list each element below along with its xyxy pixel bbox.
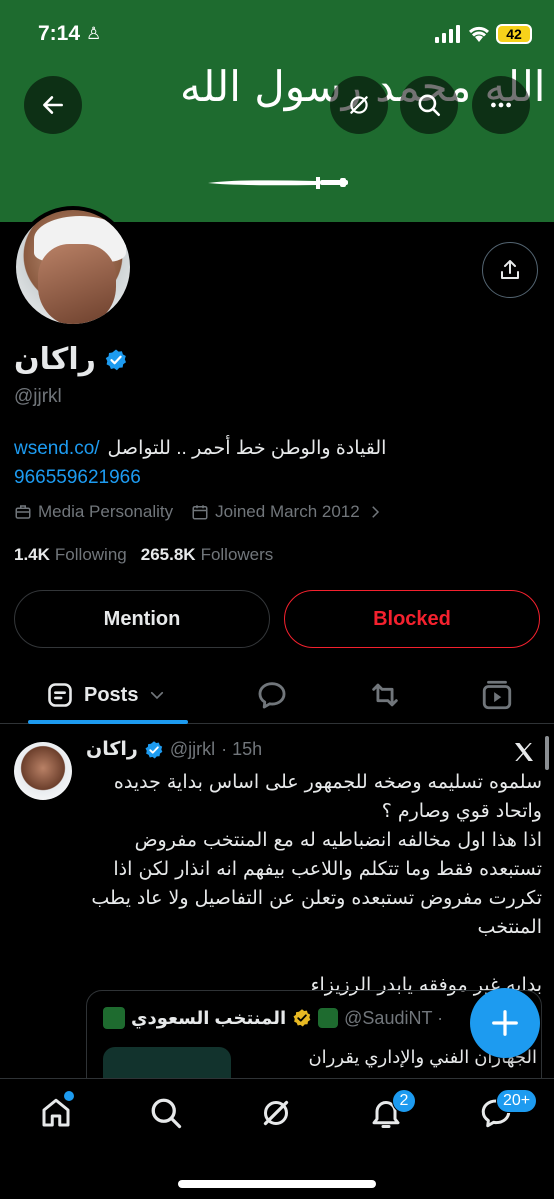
sword-icon bbox=[208, 177, 348, 189]
status-time: 7:14 bbox=[38, 22, 81, 45]
tab-posts[interactable]: Posts bbox=[28, 666, 188, 724]
signal-icon bbox=[435, 25, 460, 43]
tab-active-indicator bbox=[28, 720, 188, 724]
quoted-media-thumbnail[interactable] bbox=[103, 1047, 231, 1078]
tab-replies[interactable] bbox=[255, 678, 289, 712]
tab-reposts[interactable] bbox=[368, 678, 402, 712]
quoted-avatar bbox=[103, 1007, 125, 1029]
nav-search[interactable] bbox=[148, 1095, 188, 1135]
person-icon: ♙ bbox=[86, 24, 102, 43]
avatar-face bbox=[38, 244, 116, 324]
battery-indicator: 42 bbox=[496, 24, 532, 44]
nav-messages[interactable]: 20+ bbox=[478, 1089, 538, 1135]
profile-handle: @jjrkl bbox=[14, 386, 62, 407]
bio-text: القيادة والوطن خط أحمر .. للتواصل bbox=[107, 438, 387, 459]
followers-label: Followers bbox=[200, 545, 274, 564]
home-unread-dot bbox=[64, 1091, 74, 1101]
profile-avatar[interactable] bbox=[12, 206, 134, 328]
bio-phone-link[interactable]: 966559621966 bbox=[14, 463, 534, 492]
nav-notifications[interactable]: 2 bbox=[368, 1089, 416, 1135]
profile-category: Media Personality bbox=[14, 502, 173, 522]
profile-joined[interactable]: Joined March 2012 bbox=[191, 502, 384, 522]
tab-media[interactable] bbox=[480, 678, 514, 712]
messages-badge: 20+ bbox=[496, 1089, 538, 1113]
following-count: 1.4K bbox=[14, 545, 50, 564]
x-logo-icon[interactable] bbox=[512, 740, 536, 764]
notifications-badge: 2 bbox=[392, 1089, 416, 1113]
wifi-icon bbox=[468, 26, 490, 42]
tweet-line: واتحاد قوي وصارم ؟ bbox=[381, 800, 542, 822]
tweet-author-name[interactable]: راكان bbox=[86, 738, 138, 761]
home-indicator bbox=[178, 1180, 376, 1188]
media-icon bbox=[482, 680, 512, 710]
followers-link[interactable]: 265.8K Followers bbox=[141, 545, 274, 565]
tweet-avatar[interactable] bbox=[14, 742, 72, 800]
follow-counts: 1.4K Following 265.8K Followers bbox=[14, 545, 273, 565]
search-button[interactable] bbox=[400, 76, 458, 134]
tweet-line: اذا هذا اول مخالفه انضباطيه له مع المنتخ… bbox=[134, 829, 542, 851]
nav-home[interactable] bbox=[38, 1091, 78, 1135]
repost-icon bbox=[372, 683, 398, 707]
nav-grok[interactable] bbox=[258, 1095, 298, 1135]
calendar-icon bbox=[192, 505, 208, 520]
profile-bio: wsend.co/ القيادة والوطن خط أحمر .. للتو… bbox=[14, 434, 534, 492]
tweet-line: المنتخب bbox=[477, 916, 542, 938]
mention-button[interactable]: Mention bbox=[14, 590, 270, 648]
share-icon bbox=[501, 260, 519, 279]
joined-label: Joined March 2012 bbox=[215, 502, 360, 521]
category-label: Media Personality bbox=[38, 502, 174, 521]
followers-count: 265.8K bbox=[140, 545, 196, 564]
back-button[interactable] bbox=[24, 76, 82, 134]
tweet-text: سلموه تسليمه وصخه للجمهور على اساس بداية… bbox=[86, 768, 542, 1000]
briefcase-icon bbox=[15, 505, 31, 519]
search-icon bbox=[151, 1098, 182, 1129]
plus-icon bbox=[492, 1010, 518, 1036]
following-label: Following bbox=[54, 545, 127, 564]
blocked-button[interactable]: Blocked bbox=[284, 590, 540, 648]
chevron-right-icon bbox=[371, 506, 379, 518]
reply-bubble-icon bbox=[258, 682, 286, 709]
quoted-author-handle: @SaudiNT · bbox=[344, 1007, 444, 1028]
tweet-line: سلموه تسليمه وصخه للجمهور على اساس بداية… bbox=[113, 771, 542, 793]
chevron-down-icon bbox=[151, 691, 164, 700]
tweet-line: تكررت مفروض تستبعده وتعلن عن التفاصيل ول… bbox=[91, 887, 542, 909]
posts-icon bbox=[48, 683, 72, 707]
tweet-timestamp: · 15h bbox=[221, 739, 263, 759]
share-button[interactable] bbox=[482, 242, 538, 298]
following-link[interactable]: 1.4K Following bbox=[14, 545, 127, 565]
bio-link[interactable]: wsend.co/ bbox=[14, 434, 100, 463]
search-icon bbox=[418, 94, 441, 117]
profile-name-row: راكان bbox=[14, 342, 128, 377]
tweet-author-handle: @jjrkl bbox=[169, 739, 216, 759]
affiliate-badge-icon bbox=[318, 1008, 339, 1028]
more-button[interactable] bbox=[472, 76, 530, 134]
grok-icon bbox=[263, 1100, 289, 1126]
grok-button[interactable] bbox=[330, 76, 388, 134]
scrollbar[interactable] bbox=[545, 736, 549, 770]
more-icon bbox=[491, 102, 511, 108]
status-bar: 7:14 ♙ 42 bbox=[0, 0, 554, 66]
gold-verified-icon bbox=[293, 1009, 311, 1027]
profile-display-name: راكان bbox=[14, 343, 96, 376]
profile-tabs: Posts bbox=[0, 666, 554, 724]
grok-icon bbox=[350, 96, 368, 114]
quoted-author-name: المنتخب السعودي bbox=[131, 1007, 287, 1028]
tab-posts-label: Posts bbox=[84, 683, 139, 706]
arrow-left-icon bbox=[43, 96, 63, 114]
verified-badge-icon[interactable] bbox=[104, 348, 128, 372]
verified-badge-icon bbox=[145, 740, 163, 758]
quoted-tweet-header: المنتخب السعودي @SaudiNT · bbox=[103, 1007, 443, 1029]
profile-meta: Media Personality Joined March 2012 bbox=[14, 502, 384, 522]
tweet-header: راكان @jjrkl · 15h bbox=[86, 738, 262, 761]
tweet-line: تستبعده فقط وما تتكلم واللاعب بيفهم انه … bbox=[113, 858, 542, 880]
compose-button[interactable] bbox=[470, 988, 540, 1058]
